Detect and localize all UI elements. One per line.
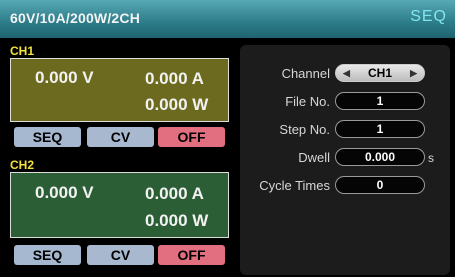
ch1-cv-button[interactable]: CV <box>87 127 154 147</box>
step-no-label: Step No. <box>279 122 330 137</box>
ch1-readout-panel: 0.000 V 0.000 A 0.000 W <box>10 58 229 122</box>
dwell-field[interactable]: 0.000 <box>335 148 425 166</box>
chevron-left-icon[interactable]: ◀ <box>343 65 350 81</box>
file-no-label: File No. <box>285 94 330 109</box>
chevron-right-icon[interactable]: ▶ <box>410 65 417 81</box>
ch2-cv-button[interactable]: CV <box>87 245 154 265</box>
ch1-power: 0.000 W <box>145 95 209 114</box>
file-no-field[interactable]: 1 <box>335 92 425 110</box>
ch2-current: 0.000 A <box>145 184 204 203</box>
ch2-output-off-button[interactable]: OFF <box>158 245 225 265</box>
ch1-label: CH1 <box>10 44 35 58</box>
dwell-label: Dwell <box>298 150 330 165</box>
ch1-current: 0.000 A <box>145 69 204 88</box>
cycle-times-label: Cycle Times <box>259 178 330 193</box>
ch1-seq-button[interactable]: SEQ <box>14 127 81 147</box>
ch2-power: 0.000 W <box>145 211 209 230</box>
ch1-output-off-button[interactable]: OFF <box>158 127 225 147</box>
title-bar: 60V/10A/200W/2CH SEQ <box>0 0 455 38</box>
ch2-readout-panel: 0.000 V 0.000 A 0.000 W <box>10 172 229 238</box>
dwell-unit: s <box>428 151 434 165</box>
ch2-voltage: 0.000 V <box>35 183 94 202</box>
cycle-times-field[interactable]: 0 <box>335 176 425 194</box>
channel-label: Channel <box>281 66 330 81</box>
ch2-label: CH2 <box>10 158 35 172</box>
power-supply-screen: 60V/10A/200W/2CH SEQ CH1 0.000 V 0.000 A… <box>0 0 455 277</box>
ch1-voltage: 0.000 V <box>35 68 94 87</box>
channel-selector[interactable]: ◀ CH1 ▶ <box>335 64 425 82</box>
mode-indicator: SEQ <box>410 8 447 25</box>
step-no-field[interactable]: 1 <box>335 120 425 138</box>
model-label: 60V/10A/200W/2CH <box>10 10 141 26</box>
channel-value: CH1 <box>367 66 392 80</box>
ch2-seq-button[interactable]: SEQ <box>14 245 81 265</box>
